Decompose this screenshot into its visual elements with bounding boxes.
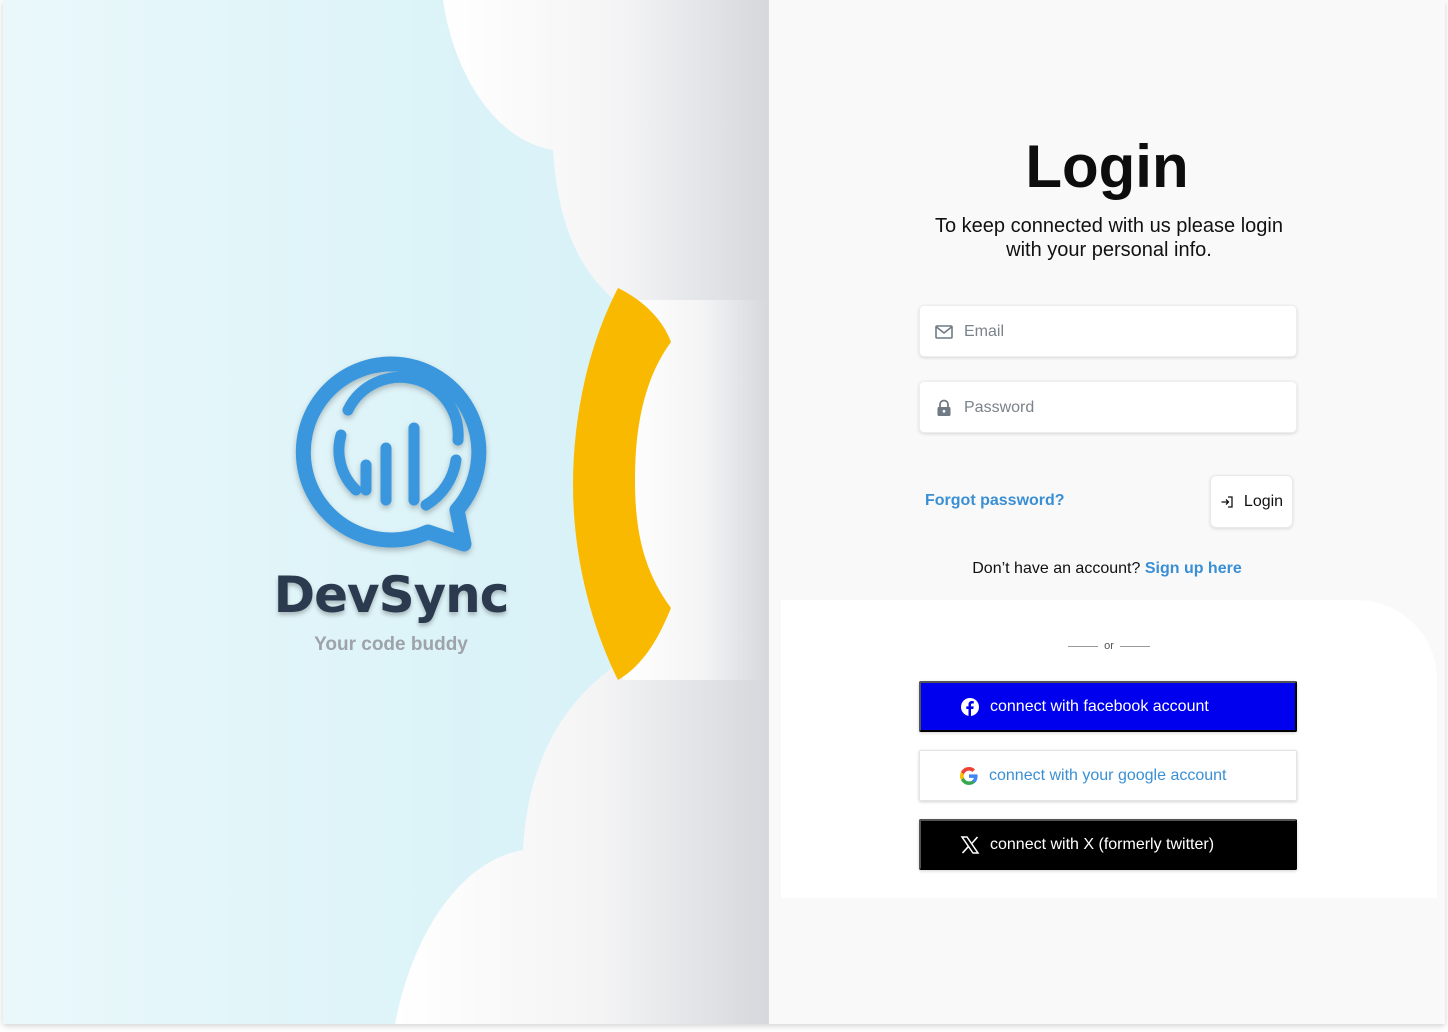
signup-prompt-row: Don’t have an account? Sign up here — [769, 560, 1445, 578]
x-icon — [960, 835, 980, 854]
brand-tagline: Your code buddy — [314, 634, 468, 655]
google-login-label: connect with your google account — [989, 766, 1227, 784]
password-field[interactable] — [919, 381, 1297, 434]
sign-in-icon — [1221, 495, 1233, 508]
x-login-button[interactable]: connect with X (formerly twitter) — [919, 819, 1297, 870]
divider-line-right — [1119, 645, 1150, 647]
x-login-label: connect with X (formerly twitter) — [990, 835, 1215, 853]
social-login-card: or connect with facebook account connect… — [781, 600, 1437, 898]
signup-link[interactable]: Sign up here — [1145, 560, 1242, 577]
facebook-login-label: connect with facebook account — [990, 697, 1209, 715]
login-button-label: Login — [1243, 492, 1284, 510]
google-login-button[interactable]: connect with your google account — [919, 750, 1297, 801]
login-button[interactable]: Login — [1210, 475, 1293, 528]
google-icon — [960, 766, 978, 785]
divider-line-left — [1068, 645, 1099, 647]
login-subtitle: To keep connected with us please login w… — [934, 215, 1283, 261]
page-title: Login — [1025, 133, 1189, 200]
lock-icon — [937, 399, 951, 416]
email-input[interactable] — [962, 306, 1286, 358]
brand-panel: DevSync Your code buddy — [3, 0, 769, 1024]
forgot-password-link[interactable]: Forgot password? — [925, 492, 1065, 510]
brand-name: DevSync — [273, 566, 510, 624]
mail-icon — [935, 325, 953, 339]
facebook-login-button[interactable]: connect with facebook account — [919, 681, 1297, 732]
password-input[interactable] — [962, 382, 1286, 434]
chat-chart-logo-icon — [295, 356, 487, 552]
login-panel: Login To keep connected with us please l… — [769, 0, 1445, 1024]
email-field[interactable] — [919, 305, 1297, 358]
brand-logo: DevSync Your code buddy — [273, 350, 509, 656]
signup-prompt: Don’t have an account? — [972, 560, 1141, 577]
facebook-icon — [961, 697, 979, 716]
or-divider: or — [781, 640, 1437, 652]
app-window: DevSync Your code buddy Login To keep co… — [3, 0, 1445, 1024]
or-divider-label: or — [1104, 640, 1114, 652]
